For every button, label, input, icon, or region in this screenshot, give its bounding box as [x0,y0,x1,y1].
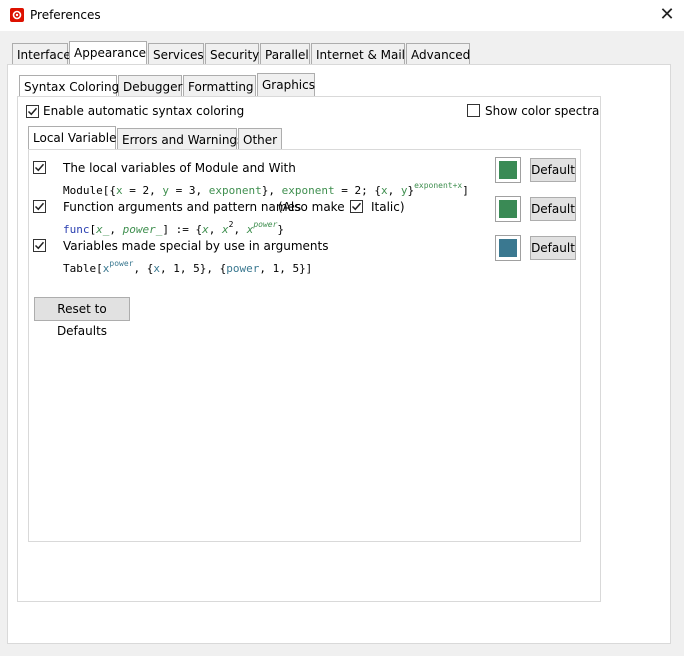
tab-parallel[interactable]: Parallel [260,43,310,65]
checkmark-icon [34,163,45,172]
enable-syntax-coloring-label: Enable automatic syntax coloring [43,104,245,118]
checkmark-icon [27,107,38,116]
module-with-label: The local variables of Module and With [63,161,296,175]
show-color-spectra-checkbox[interactable] [467,104,480,117]
tab-appearance[interactable]: Appearance [69,41,147,65]
reset-to-defaults-button[interactable]: Reset to Defaults [34,297,130,338]
tab-errors-and-warnings[interactable]: Errors and Warnings [117,128,243,150]
color-well [499,200,517,218]
module-with-checkbox[interactable] [33,161,46,174]
module-with-example: Module[{x = 2, y = 3, exponent}, exponen… [63,181,469,197]
tab-graphics[interactable]: Graphics [257,73,315,97]
tab-services[interactable]: Services [148,43,204,65]
show-color-spectra-label: Show color spectra [485,104,600,118]
function-args-default-button[interactable]: Default [530,197,576,221]
special-vars-color-swatch[interactable] [495,235,521,261]
special-vars-checkbox[interactable] [33,239,46,252]
tab-interface[interactable]: Interface [12,43,71,65]
title-bar: Preferences ✕ [0,0,684,31]
special-vars-default-button[interactable]: Default [530,236,576,260]
checkmark-icon [351,202,362,211]
function-args-color-swatch[interactable] [495,196,521,222]
function-args-label: Function arguments and pattern names [63,200,302,214]
special-vars-label: Variables made special by use in argumen… [63,239,329,253]
checkmark-icon [34,202,45,211]
function-args-example: func[x_, power_] := {x, x2, xpower} [63,220,285,236]
color-well [499,161,517,179]
italic-label: Italic) [371,200,405,214]
gear-icon [10,8,24,22]
tab-security[interactable]: Security [205,43,259,65]
tab-debugger[interactable]: Debugger [118,75,182,97]
color-well [499,239,517,257]
tab-syntax-coloring[interactable]: Syntax Coloring [19,75,119,97]
checkmark-icon [34,241,45,250]
enable-syntax-coloring-checkbox[interactable] [26,105,39,118]
window-title: Preferences [30,8,101,22]
function-args-checkbox[interactable] [33,200,46,213]
also-make-label: (Also make [278,200,345,214]
close-button[interactable]: ✕ [655,3,679,27]
module-with-default-button[interactable]: Default [530,158,576,182]
special-vars-example: Table[xpower, {x, 1, 5}, {power, 1, 5}] [63,259,313,275]
tab-other[interactable]: Other [238,128,282,150]
italic-checkbox[interactable] [350,200,363,213]
tab-internet-mail[interactable]: Internet & Mail [311,43,405,65]
tab-advanced[interactable]: Advanced [406,43,470,65]
tab-formatting[interactable]: Formatting [183,75,256,97]
tab-local-variables[interactable]: Local Variables [28,126,123,150]
module-with-color-swatch[interactable] [495,157,521,183]
